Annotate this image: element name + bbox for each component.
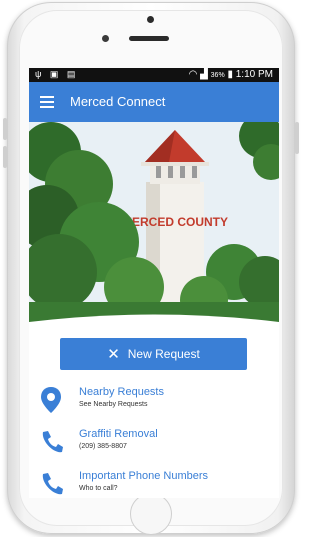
new-request-button[interactable]: ✕ New Request — [60, 338, 247, 370]
volume-down-button — [3, 146, 7, 168]
tools-icon: ✕ — [107, 345, 120, 363]
list-item-graffiti-removal[interactable]: Graffiti Removal (209) 385-8807 — [29, 426, 279, 462]
list-item-nearby-requests[interactable]: Nearby Requests See Nearby Requests — [29, 384, 279, 420]
front-camera-icon — [147, 16, 154, 23]
home-button[interactable] — [130, 493, 172, 535]
sensor-icon — [102, 35, 109, 42]
list-item-subtitle: See Nearby Requests — [79, 401, 148, 408]
phone-icon — [42, 431, 63, 453]
status-bar: ψ ▣ ▤ ◠ ▟ 36% ▮ 1:10 PM — [29, 68, 279, 82]
list-item-title: Graffiti Removal — [79, 428, 158, 440]
list-item-title: Important Phone Numbers — [79, 470, 209, 482]
list-item-important-phone-numbers[interactable]: Important Phone Numbers Who to call? — [29, 468, 279, 498]
hero-image: MERCED COUNTY — [29, 114, 279, 328]
earpiece-speaker — [129, 36, 169, 41]
app-title: Merced Connect — [70, 94, 166, 109]
merced-tower-photo: MERCED COUNTY — [29, 114, 279, 328]
wifi-icon: ◠ — [188, 69, 198, 80]
app-bar: Merced Connect — [29, 82, 279, 122]
signal-icon: ▟ — [200, 69, 208, 80]
list-item-title: Nearby Requests — [79, 386, 164, 398]
app-screen: ψ ▣ ▤ ◠ ▟ 36% ▮ 1:10 PM Merced Connect M… — [29, 68, 279, 498]
status-right: ◠ ▟ 36% ▮ 1:10 PM — [189, 69, 273, 80]
tower-sign-text: MERCED COUNTY — [122, 215, 228, 229]
phone-icon — [42, 473, 63, 495]
list-item-subtitle: (209) 385-8807 — [79, 443, 127, 450]
battery-percent: 36% — [210, 72, 225, 79]
volume-up-button — [3, 118, 7, 140]
notification-icons: ψ ▣ ▤ — [35, 69, 79, 79]
new-request-label: New Request — [127, 347, 200, 361]
battery-icon: ▮ — [227, 69, 233, 80]
clock: 1:10 PM — [235, 69, 273, 80]
hamburger-menu-icon[interactable] — [40, 96, 54, 108]
map-pin-icon — [41, 387, 61, 413]
home-content: ✕ New Request Nearby Requests See Nearby… — [29, 328, 279, 498]
list-item-subtitle: Who to call? — [79, 485, 118, 492]
power-button — [295, 122, 299, 154]
